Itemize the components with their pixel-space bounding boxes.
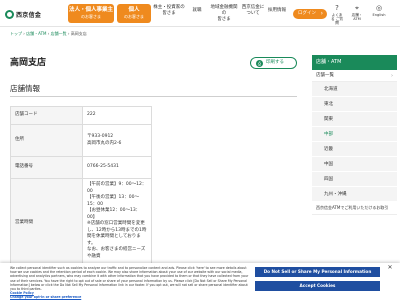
- cookie-banner: We collect personal identifier such as c…: [0, 263, 400, 300]
- accept-cookies-button[interactable]: Accept Cookies: [255, 281, 380, 291]
- nav-investors-line2: 皆さま: [162, 11, 176, 16]
- nav-financial-line2: 皆さま: [217, 17, 231, 22]
- nav-investors-line1: 株主・投資家の: [153, 5, 185, 10]
- cookie-settings-link[interactable]: Change your opt-in or share preference: [10, 295, 250, 299]
- site-logo[interactable]: 西京信金: [5, 8, 41, 20]
- info-value: 0766-25-5431: [82, 156, 152, 179]
- nav-financial-institutions[interactable]: 地域金融機関の 皆さま: [209, 5, 239, 23]
- faq-label: よくある ご質問: [331, 13, 343, 25]
- sidebar: 店舗・ATM 店舗一覧 北海道 東北 関東 中部 近畿 中国 四国 九州・沖縄 …: [312, 55, 397, 215]
- info-value: 222: [82, 106, 152, 125]
- info-label: 住所: [10, 124, 83, 157]
- logo-text: 西京信金: [16, 11, 42, 19]
- cookie-text: We collect personal identifier such as c…: [10, 266, 249, 292]
- site-header: 西京信金 法人・個人事業主 のお客さま 個人 のお客さま 株主・投資家の 皆さま…: [0, 0, 400, 27]
- page-title: 高岡支店: [10, 58, 47, 68]
- nav-about-line1: 西京信金に: [241, 5, 265, 10]
- close-icon[interactable]: ✕: [386, 264, 394, 272]
- faq-icon: ?: [335, 4, 339, 12]
- breadcrumb-item-store-atm[interactable]: 店舗・ATM: [26, 31, 46, 36]
- sidebar-header[interactable]: 店舗・ATM: [312, 55, 397, 70]
- breadcrumb-item-top[interactable]: トップ: [10, 31, 22, 36]
- table-row: 営業時間 【午前の営業】9：00～12：00 【午後の営業】13：00～15：0…: [10, 178, 152, 269]
- info-value: 【午前の営業】9：00～12：00 【午後の営業】13：00～15：00 【お昼…: [82, 178, 152, 269]
- store-info-table: 店舗コード 222 住所 〒933-0912 高岡市丸の内2-6 電話番号 07…: [10, 106, 152, 269]
- cookie-text-block: We collect personal identifier such as c…: [10, 266, 250, 300]
- nav-investors[interactable]: 株主・投資家の 皆さま: [153, 5, 185, 17]
- table-row: 住所 〒933-0912 高岡市丸の内2-6: [10, 124, 152, 157]
- sidebar-item-kinki[interactable]: 近畿: [312, 142, 397, 157]
- sidebar-item-tohoku[interactable]: 東北: [312, 97, 397, 112]
- nav-business-button[interactable]: 法人・個人事業主 のお客さま: [68, 4, 114, 23]
- printer-icon: ⎙: [256, 60, 263, 67]
- store-atm-link[interactable]: ⌖ 店舗・ATM: [350, 4, 364, 21]
- table-row: 電話番号 0766-25-5431: [10, 156, 152, 179]
- nav-personal-line2: のお客さま: [124, 14, 144, 19]
- nav-personal-line1: 個人: [128, 7, 140, 13]
- nav-general[interactable]: 就職: [187, 5, 207, 14]
- sidebar-item-chubu[interactable]: 中部: [312, 127, 397, 142]
- globe-icon: ◎: [375, 4, 383, 12]
- nav-about[interactable]: 西京信金に ついて: [241, 5, 265, 17]
- nav-business-line2: のお客さま: [81, 14, 101, 19]
- sidebar-item-kyushu[interactable]: 九州・沖縄: [312, 187, 397, 202]
- nav-about-line2: ついて: [246, 11, 260, 16]
- sidebar-item-chugoku[interactable]: 中国: [312, 157, 397, 172]
- english-link[interactable]: ◎ English: [370, 4, 388, 17]
- sidebar-group-store-list[interactable]: 店舗一覧: [312, 70, 397, 82]
- nav-financial-line1: 地域金融機関の: [210, 5, 238, 16]
- sidebar-item-shikoku[interactable]: 四国: [312, 172, 397, 187]
- print-button[interactable]: ⎙ 印刷する: [250, 57, 297, 69]
- location-pin-icon: ⌖: [355, 4, 359, 12]
- section-title: 店舗情報: [10, 84, 40, 93]
- do-not-sell-button[interactable]: Do Not Sell or Share My Personal Informa…: [255, 267, 380, 277]
- logo-mark-icon: [5, 9, 14, 19]
- table-row: 店舗コード 222: [10, 106, 152, 125]
- sidebar-item-hokkaido[interactable]: 北海道: [312, 82, 397, 97]
- breadcrumb: トップ › 店舗・ATM › 店舗一覧 › 高岡支店: [10, 31, 87, 36]
- nav-recruit-line1: 採用情報: [268, 8, 286, 13]
- store-atm-label: 店舗・ATM: [351, 13, 363, 21]
- print-label: 印刷する: [266, 60, 284, 65]
- section-divider: [10, 96, 297, 97]
- nav-business-line1: 法人・個人事業主: [68, 7, 113, 13]
- nav-general-line1: 就職: [192, 8, 202, 13]
- nav-recruit[interactable]: 採用情報: [266, 5, 288, 14]
- info-label: 店舗コード: [10, 106, 83, 125]
- breadcrumb-item-current: 高岡支店: [70, 31, 87, 36]
- sidebar-item-atm-transactions[interactable]: 西京信金ATMでご利用いただけるお取引: [312, 202, 397, 215]
- breadcrumb-item-store-list[interactable]: 店舗一覧: [51, 31, 67, 36]
- faq-link[interactable]: ? よくある ご質問: [330, 4, 344, 25]
- login-button[interactable]: ログイン: [293, 9, 327, 19]
- info-label: 営業時間: [10, 178, 83, 269]
- info-label: 電話番号: [10, 156, 83, 179]
- sidebar-item-kanto[interactable]: 関東: [312, 112, 397, 127]
- info-value: 〒933-0912 高岡市丸の内2-6: [82, 124, 152, 157]
- nav-personal-button[interactable]: 個人 のお客さま: [117, 4, 151, 23]
- english-label: English: [372, 13, 386, 17]
